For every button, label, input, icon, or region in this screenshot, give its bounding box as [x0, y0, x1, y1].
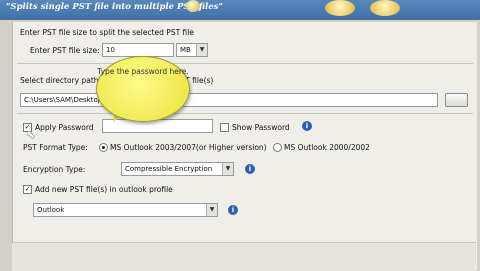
format-option-2003-radio[interactable] [99, 143, 108, 152]
check-icon: ✓ [24, 185, 31, 193]
split-size-section-label: Enter PST file size to split the selecte… [20, 28, 194, 37]
app-header: "Splits single PST file into multiple PS… [0, 0, 480, 20]
show-password-checkbox[interactable] [220, 123, 229, 132]
directory-path-input[interactable]: C:\Users\SAM\Desktop [20, 93, 438, 107]
size-unit-dropdown[interactable]: MB ▼ [176, 43, 208, 57]
size-unit-value: MB [180, 46, 191, 54]
info-icon[interactable]: i [228, 205, 238, 215]
chevron-down-icon: ▼ [196, 44, 207, 56]
format-option-2003-label: MS Outlook 2003/2007(or Higher version) [110, 143, 267, 152]
header-email-icon [325, 0, 355, 16]
mouse-cursor-icon: ⬉ [26, 128, 36, 141]
info-icon[interactable]: i [302, 121, 312, 131]
file-size-input[interactable]: 10 [102, 43, 174, 57]
outlook-profile-value: Outlook [37, 206, 65, 214]
file-size-value: 10 [106, 46, 115, 54]
info-icon[interactable]: i [245, 164, 255, 174]
outlook-profile-dropdown[interactable]: Outlook ▼ [33, 203, 218, 217]
directory-path-value: C:\Users\SAM\Desktop [24, 96, 103, 104]
encryption-type-dropdown[interactable]: Compressible Encryption ▼ [121, 162, 234, 176]
footer-bar [12, 242, 476, 271]
pst-format-label: PST Format Type: [23, 143, 88, 152]
header-logo-icon [186, 0, 200, 12]
divider [17, 63, 473, 64]
show-password-label: Show Password [232, 123, 290, 132]
chevron-down-icon: ▼ [222, 163, 233, 175]
password-tooltip: Type the password here. [96, 56, 190, 122]
encryption-type-label: Encryption Type: [23, 165, 86, 174]
divider [17, 113, 473, 114]
header-email-icon-2 [370, 0, 400, 16]
format-option-2000-radio[interactable] [273, 143, 282, 152]
tooltip-text: Type the password here. [97, 67, 189, 76]
browse-button[interactable] [445, 93, 468, 107]
chevron-down-icon: ▼ [206, 204, 217, 216]
file-size-label: Enter PST file size: [30, 46, 100, 55]
add-to-profile-checkbox[interactable]: ✓ [23, 185, 32, 194]
add-to-profile-label: Add new PST file(s) in outlook profile [35, 185, 173, 194]
apply-password-label: Apply Password [35, 123, 94, 132]
encryption-type-value: Compressible Encryption [125, 165, 213, 173]
split-options-panel: Enter PST file size to split the selecte… [12, 22, 477, 270]
format-option-2000-label: MS Outlook 2000/2002 [284, 143, 370, 152]
